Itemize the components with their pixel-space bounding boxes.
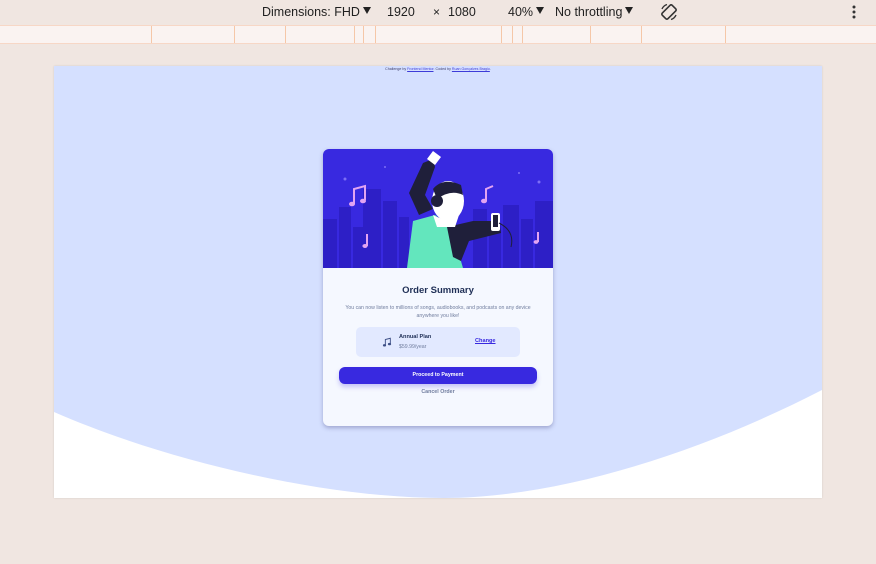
- order-summary-card: Order Summary You can now listen to mill…: [323, 149, 553, 426]
- height-input[interactable]: 1080: [448, 5, 476, 20]
- music-note-icon: [382, 337, 392, 347]
- hero-illustration: [323, 149, 553, 268]
- change-plan-link[interactable]: Change: [475, 338, 496, 344]
- rotate-icon[interactable]: [659, 2, 679, 22]
- plan-box: Annual Plan $59.99/year Change: [356, 327, 520, 357]
- card-title: Order Summary: [402, 285, 474, 296]
- attribution-text: Challenge by: [385, 67, 407, 71]
- zoom-dropdown[interactable]: 40%: [508, 5, 545, 20]
- attribution: Challenge by Frontend Mentor. Coded by R…: [54, 67, 822, 71]
- times-separator: ×: [433, 5, 441, 19]
- attribution-text: .: [489, 67, 491, 71]
- chevron-down-icon: [362, 7, 371, 14]
- device-viewport[interactable]: Challenge by Frontend Mentor. Coded by R…: [54, 66, 822, 498]
- throttling-label: No throttling: [555, 5, 623, 19]
- proceed-to-payment-button[interactable]: Proceed to Payment: [339, 367, 537, 384]
- cancel-order-button[interactable]: Cancel Order: [323, 389, 553, 395]
- challenge-link[interactable]: Frontend Mentor: [407, 67, 433, 71]
- attribution-text: . Coded by: [433, 67, 451, 71]
- more-vertical-icon[interactable]: [849, 4, 859, 20]
- chevron-down-icon: [625, 7, 634, 14]
- card-description: You can now listen to millions of songs,…: [345, 305, 531, 319]
- width-input[interactable]: 1920: [387, 5, 415, 20]
- plan-price: $59.99/year: [399, 344, 427, 350]
- device-toolbar: Dimensions: FHD 1920 × 1080 40% No throt…: [0, 0, 876, 25]
- media-query-bar[interactable]: [0, 25, 876, 44]
- dimensions-label: Dimensions: FHD: [262, 5, 360, 19]
- throttling-dropdown[interactable]: No throttling: [555, 5, 634, 20]
- plan-name: Annual Plan: [399, 334, 432, 340]
- dimensions-dropdown[interactable]: Dimensions: FHD: [262, 5, 371, 20]
- author-link[interactable]: Ruan Gonçalves Bragio: [452, 67, 490, 71]
- zoom-label: 40%: [508, 5, 534, 19]
- chevron-down-icon: [536, 7, 545, 14]
